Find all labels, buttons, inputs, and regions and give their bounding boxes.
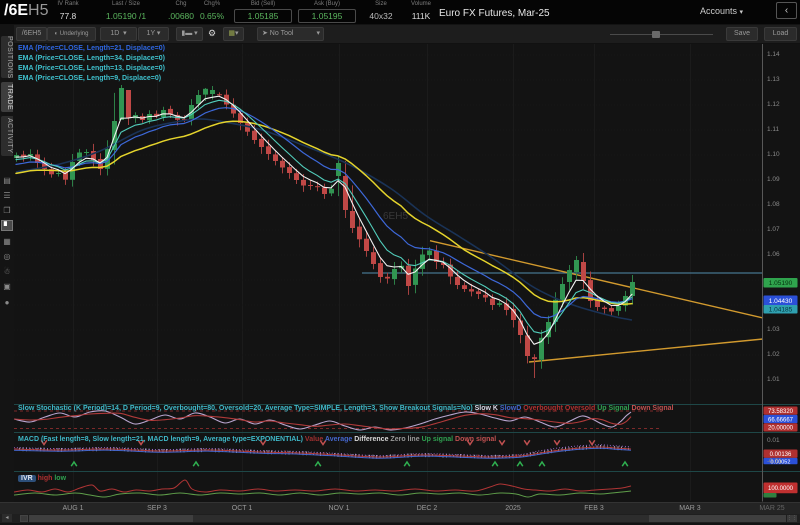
svg-text:1.04185: 1.04185 (769, 307, 793, 314)
svg-text:73.58320: 73.58320 (768, 409, 794, 415)
svg-text:100.0000: 100.0000 (768, 486, 794, 492)
svg-text:1.04430: 1.04430 (769, 298, 793, 305)
svg-text:1.05190: 1.05190 (769, 280, 793, 287)
svg-text:66.66667: 66.66667 (768, 417, 794, 423)
svg-text:20.00000: 20.00000 (768, 426, 794, 432)
svg-text:6EH5: 6EH5 (383, 211, 408, 222)
